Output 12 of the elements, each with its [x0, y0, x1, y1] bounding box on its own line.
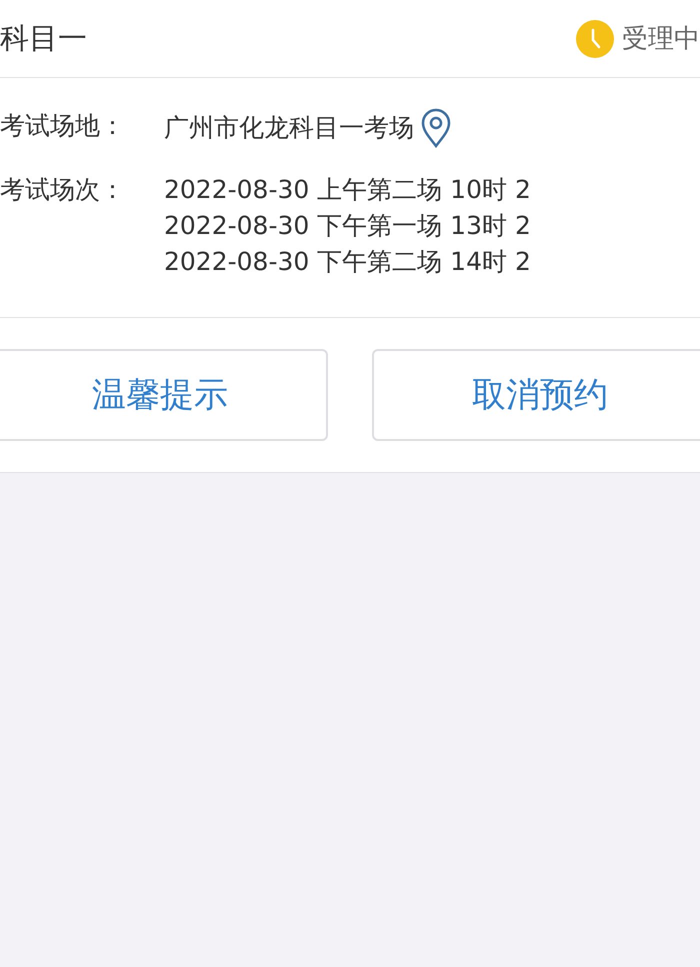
status-label: 受理中 — [622, 23, 700, 56]
field-label: 考试场次： — [0, 174, 126, 206]
session-text: 2022-08-30 上午第二场 10时 2 — [164, 174, 531, 206]
clock-icon — [576, 20, 614, 58]
venue-text: 广州市化龙科目一考场 — [164, 112, 414, 144]
session-text: 2022-08-30 下午第一场 13时 2 — [164, 210, 531, 242]
session-text: 2022-08-30 下午第二场 14时 2 — [164, 246, 531, 278]
action-button[interactable]: 温馨提示 — [0, 349, 328, 441]
action-button[interactable]: 取消预约 — [372, 349, 700, 441]
location-pin-icon[interactable] — [420, 108, 452, 148]
field-label: 考试场地： — [0, 110, 126, 142]
page-title: 科目一 — [0, 20, 87, 56]
